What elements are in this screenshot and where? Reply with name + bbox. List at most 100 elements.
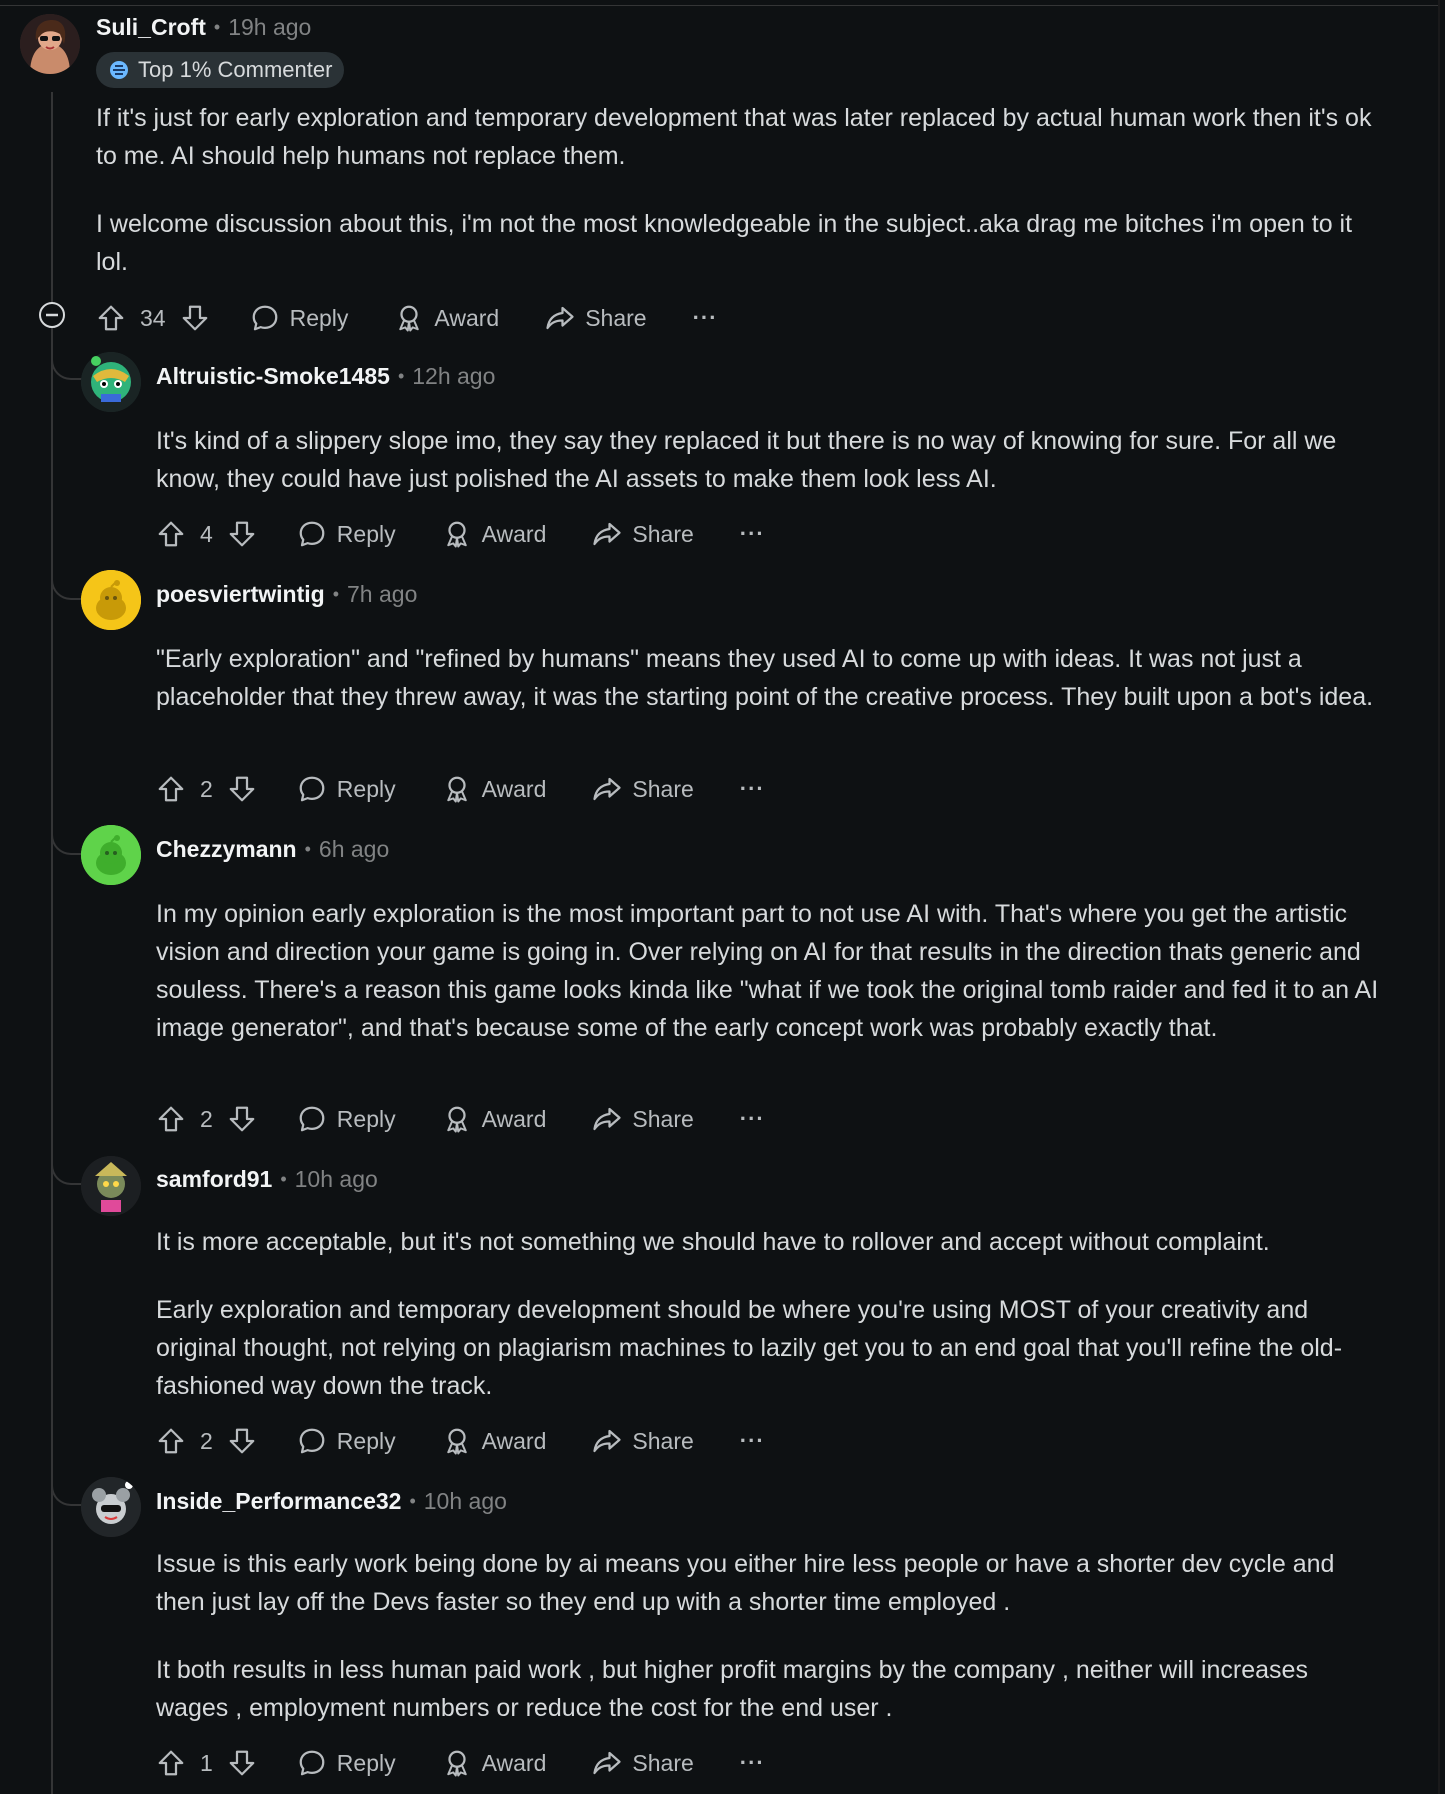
timestamp[interactable]: 12h ago: [412, 363, 495, 390]
author-name[interactable]: Chezzymann: [156, 836, 297, 863]
timestamp[interactable]: 19h ago: [228, 14, 311, 41]
more-options-button[interactable]: ···: [740, 521, 765, 547]
share-button[interactable]: Share: [592, 1748, 694, 1778]
comment-paragraph: If it's just for early exploration and t…: [96, 104, 1372, 170]
reply-label: Reply: [289, 304, 349, 331]
comment-body: It's kind of a slippery slope imo, they …: [156, 422, 1385, 498]
reply-connector: [51, 825, 83, 855]
downvote-icon[interactable]: [227, 1426, 257, 1456]
reply-label: Reply: [336, 1427, 396, 1454]
reply-connector: [51, 1476, 83, 1506]
downvote-icon[interactable]: [227, 1748, 257, 1778]
share-button[interactable]: Share: [592, 774, 694, 804]
vote-count: 2: [200, 1427, 213, 1454]
author-name[interactable]: poesviertwintig: [156, 581, 325, 608]
timestamp[interactable]: 10h ago: [424, 1488, 507, 1515]
upvote-icon[interactable]: [156, 1104, 186, 1134]
timestamp[interactable]: 6h ago: [319, 836, 389, 863]
collapse-thread-icon[interactable]: [37, 300, 67, 330]
upvote-icon[interactable]: [156, 1748, 186, 1778]
share-button[interactable]: Share: [592, 1104, 694, 1134]
author-name[interactable]: Suli_Croft: [96, 14, 206, 41]
reply-icon: [297, 1748, 327, 1778]
reply-button[interactable]: Reply: [250, 303, 349, 333]
vote-count: 4: [200, 520, 213, 547]
upvote-icon[interactable]: [96, 303, 126, 333]
reply-connector: [51, 350, 83, 380]
award-button[interactable]: Award: [442, 519, 547, 549]
avatar[interactable]: [81, 570, 141, 630]
share-label: Share: [585, 304, 647, 331]
award-label: Award: [481, 775, 547, 802]
comment-actions: 2 Reply Award Share ···: [156, 1421, 765, 1461]
share-button[interactable]: Share: [545, 303, 647, 333]
upvote-icon[interactable]: [156, 519, 186, 549]
upvote-icon[interactable]: [156, 1426, 186, 1456]
reply-button[interactable]: Reply: [297, 519, 396, 549]
avatar[interactable]: [81, 825, 141, 885]
avatar[interactable]: [81, 1477, 141, 1537]
more-options-button[interactable]: ···: [740, 776, 765, 802]
separator-dot: •: [409, 1491, 416, 1511]
award-icon: [442, 774, 472, 804]
avatar[interactable]: [81, 352, 141, 412]
more-options-button[interactable]: ···: [740, 1750, 765, 1776]
award-label: Award: [481, 520, 547, 547]
share-label: Share: [632, 775, 694, 802]
share-label: Share: [632, 1749, 694, 1776]
downvote-icon[interactable]: [180, 303, 210, 333]
comment-actions: 1 Reply Award Share ···: [156, 1743, 765, 1783]
share-icon: [592, 1748, 622, 1778]
comment-header: poesviertwintig • 7h ago: [156, 581, 417, 608]
reply-label: Reply: [336, 1749, 396, 1776]
comment-paragraph: Issue is this early work being done by a…: [156, 1550, 1335, 1616]
comment-body: Issue is this early work being done by a…: [156, 1545, 1385, 1727]
share-button[interactable]: Share: [592, 519, 694, 549]
award-button[interactable]: Award: [442, 1426, 546, 1456]
comment-header: samford91 • 10h ago: [156, 1166, 378, 1193]
reply-button[interactable]: Reply: [297, 774, 396, 804]
award-button[interactable]: Award: [442, 1104, 547, 1134]
comment-header: Altruistic-Smoke1485 • 12h ago: [156, 363, 495, 390]
reply-label: Reply: [336, 775, 396, 802]
share-icon: [592, 519, 622, 549]
downvote-icon[interactable]: [227, 519, 257, 549]
scroll-edge: [1438, 0, 1440, 1794]
thread-line[interactable]: [51, 92, 53, 1794]
avatar[interactable]: [81, 1156, 141, 1216]
downvote-icon[interactable]: [227, 774, 257, 804]
author-name[interactable]: samford91: [156, 1166, 272, 1193]
reply-button[interactable]: Reply: [297, 1748, 396, 1778]
author-name[interactable]: Inside_Performance32: [156, 1488, 401, 1515]
share-icon: [592, 774, 622, 804]
share-button[interactable]: Share: [592, 1426, 694, 1456]
reply-button[interactable]: Reply: [297, 1426, 396, 1456]
reply-icon: [297, 519, 327, 549]
comment-actions: 2 Reply Award Share ···: [156, 1099, 765, 1139]
reply-icon: [297, 1104, 327, 1134]
award-icon: [442, 519, 472, 549]
award-label: Award: [481, 1105, 547, 1132]
reply-icon: [250, 303, 280, 333]
timestamp[interactable]: 7h ago: [347, 581, 417, 608]
more-options-button[interactable]: ···: [693, 305, 718, 331]
vote-controls: 2: [156, 774, 257, 804]
author-name[interactable]: Altruistic-Smoke1485: [156, 363, 390, 390]
award-button[interactable]: Award: [442, 1748, 546, 1778]
award-button[interactable]: Award: [394, 303, 499, 333]
more-options-button[interactable]: ···: [740, 1106, 765, 1132]
downvote-icon[interactable]: [227, 1104, 257, 1134]
reply-button[interactable]: Reply: [297, 1104, 396, 1134]
timestamp[interactable]: 10h ago: [295, 1166, 378, 1193]
online-indicator: [91, 356, 101, 366]
comment-actions: 4 Reply Award Share ···: [156, 514, 765, 554]
vote-count: 2: [200, 1105, 213, 1132]
share-label: Share: [632, 520, 694, 547]
more-options-button[interactable]: ···: [740, 1428, 765, 1454]
comment-actions: 34 Reply Award Share ···: [96, 298, 718, 338]
avatar[interactable]: [20, 14, 80, 74]
comment-paragraph: "Early exploration" and "refined by huma…: [156, 645, 1374, 711]
top-commenter-badge[interactable]: Top 1% Commenter: [96, 52, 345, 88]
upvote-icon[interactable]: [156, 774, 186, 804]
award-button[interactable]: Award: [442, 774, 547, 804]
